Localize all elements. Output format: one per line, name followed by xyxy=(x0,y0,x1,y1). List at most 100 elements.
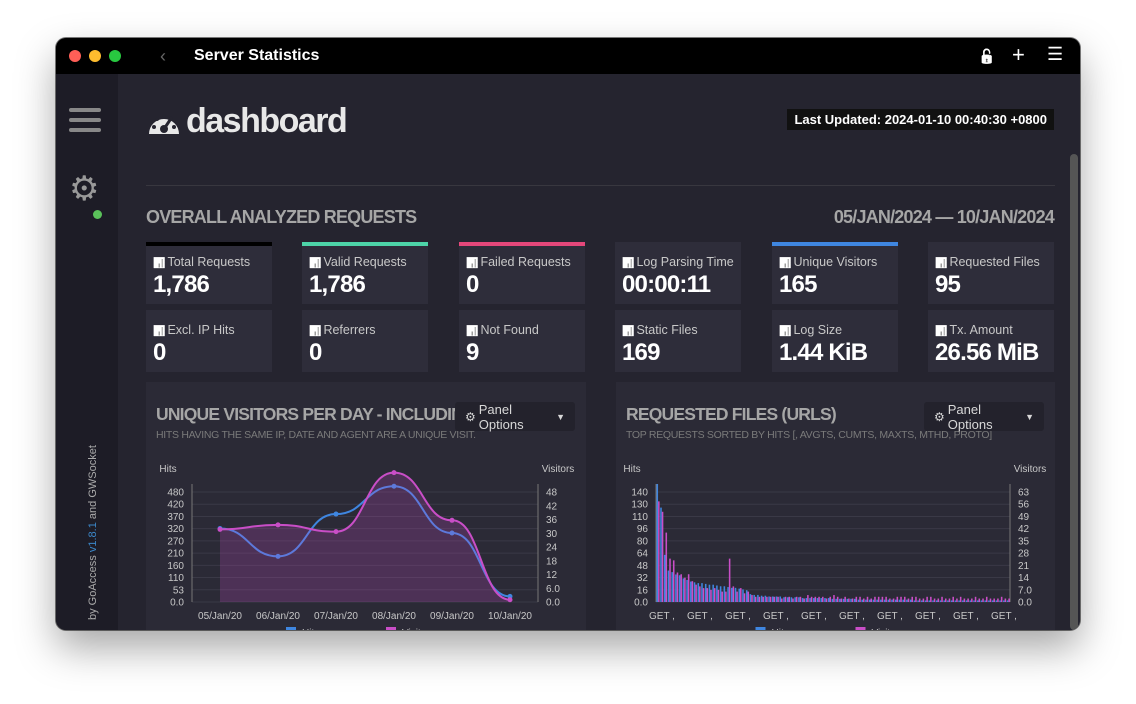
metric-label: 📊 Excl. IP Hits xyxy=(153,323,235,337)
x-tick-label: 07/Jan/20 xyxy=(314,611,358,622)
metric-card-not-found: 📊 Not Found 9 xyxy=(459,310,585,372)
bar-visitors xyxy=(851,598,854,602)
metric-card-valid-requests: 📊 Valid Requests 1,786 xyxy=(302,242,428,304)
caret-down-icon: ▼ xyxy=(556,411,565,422)
y-right-tick-label: 0.0 xyxy=(1018,598,1032,609)
bar-visitors xyxy=(885,596,887,602)
y-left-tick-label: 32 xyxy=(637,573,649,584)
bar-hits xyxy=(805,598,808,602)
bar-visitors xyxy=(799,596,802,602)
bar-hits xyxy=(1006,600,1009,602)
bar-hits xyxy=(932,600,934,602)
bar-visitors xyxy=(687,574,690,602)
bar-hits xyxy=(999,600,1001,602)
bar-visitors xyxy=(795,596,798,602)
bar-hits xyxy=(704,583,707,602)
bar-hits xyxy=(786,597,789,602)
lock-icon[interactable]: 🔓 xyxy=(978,48,995,65)
bar-visitors xyxy=(866,596,869,602)
y-left-tick-label: 140 xyxy=(631,488,648,499)
bar-hits xyxy=(921,600,923,602)
bar-visitors xyxy=(803,598,805,602)
settings-gear-icon[interactable]: ⚙ xyxy=(69,172,99,206)
metric-value: 169 xyxy=(622,339,660,366)
bar-visitors xyxy=(863,598,865,602)
bar-visitors xyxy=(889,598,891,602)
back-chevron-icon[interactable]: ‹ xyxy=(160,46,166,67)
gear-icon: ⚙ xyxy=(465,409,476,424)
bar-visitors xyxy=(829,596,832,602)
bar-hits xyxy=(827,598,830,602)
bar-visitors xyxy=(740,588,742,602)
bar-hits xyxy=(876,599,878,602)
metric-card-static-files: 📊 Static Files 169 xyxy=(615,310,741,372)
close-window-button[interactable] xyxy=(69,50,81,62)
metric-label-text: Referrers xyxy=(323,323,376,337)
y-right-tick-label: 12 xyxy=(546,570,558,581)
metric-card-log-size: 📊 Log Size 1.44 KiB xyxy=(772,310,898,372)
bar-hits xyxy=(760,595,763,602)
menu-icon[interactable]: ☰ xyxy=(1047,44,1063,65)
bar-visitors xyxy=(699,586,701,602)
hamburger-menu-icon[interactable] xyxy=(69,108,101,138)
requested-files-panel: REQUESTED FILES (URLS) TOP REQUESTS SORT… xyxy=(616,382,1055,630)
y-axis-left-label: Hits xyxy=(159,464,176,475)
dashboard-logo: dashboard xyxy=(146,102,348,141)
y-right-tick-label: 14 xyxy=(1018,573,1030,584)
divider xyxy=(146,185,1055,186)
bar-hits xyxy=(954,600,957,602)
sidebar: ⚙ by GoAccess v1.8.1 and GWSocket xyxy=(56,74,119,630)
bar-hits xyxy=(697,583,700,602)
bar-visitors xyxy=(766,596,768,602)
metric-value: 1,786 xyxy=(153,271,210,298)
panel-options-button[interactable]: ⚙ Panel Options ▼ xyxy=(455,402,575,432)
bar-hits xyxy=(902,599,904,602)
data-point-visitors xyxy=(391,470,397,476)
bar-visitors xyxy=(672,560,675,602)
legend-label-visitors: Visitors xyxy=(872,628,905,630)
metric-label: 📊 Log Parsing Time xyxy=(622,255,734,269)
y-axis-right-label: Visitors xyxy=(542,464,575,475)
plus-icon[interactable]: + xyxy=(1012,42,1025,68)
bar-visitors xyxy=(713,588,716,602)
bar-hits xyxy=(947,600,949,602)
bar-visitors xyxy=(818,596,820,602)
bar-visitors xyxy=(732,586,735,602)
bar-chart-icon: 📊 xyxy=(466,258,479,269)
minimize-window-button[interactable] xyxy=(89,50,101,62)
bar-chart-icon: 📊 xyxy=(153,258,166,269)
vertical-scrollbar[interactable] xyxy=(1070,154,1078,630)
logo-text: dashboard xyxy=(186,102,348,140)
bar-hits xyxy=(682,578,685,602)
bar-visitors xyxy=(874,596,876,602)
bar-visitors xyxy=(784,596,787,602)
credit-version-link[interactable]: v1.8.1 xyxy=(87,522,99,552)
metric-label: 📊 Log Size xyxy=(779,323,842,337)
bar-visitors xyxy=(848,598,850,602)
bar-hits xyxy=(973,600,975,602)
bar-visitors xyxy=(725,591,727,602)
x-tick-label: 05/Jan/20 xyxy=(198,611,242,622)
x-tick-label: GET , xyxy=(763,611,789,622)
unique-visitors-panel: UNIQUE VISITORS PER DAY - INCLUDING SPID… xyxy=(146,382,586,630)
panel-subtitle: HITS HAVING THE SAME IP, DATE AND AGENT … xyxy=(156,429,476,441)
bar-hits xyxy=(783,597,785,602)
metric-value: 0 xyxy=(309,339,322,366)
panel-options-button[interactable]: ⚙ Panel Options ▼ xyxy=(924,402,1044,432)
bar-hits xyxy=(969,600,972,602)
y-left-tick-label: 420 xyxy=(167,500,184,511)
bar-hits xyxy=(894,599,897,602)
bar-hits xyxy=(753,594,755,602)
bar-visitors xyxy=(717,589,720,602)
y-left-tick-label: 160 xyxy=(167,561,184,572)
credit-gwsocket-link[interactable]: GWSocket xyxy=(87,445,99,498)
x-tick-label: 06/Jan/20 xyxy=(256,611,300,622)
bar-visitors xyxy=(959,596,962,602)
x-tick-label: GET , xyxy=(915,611,941,622)
bar-visitors xyxy=(773,596,776,602)
y-right-tick-label: 18 xyxy=(546,556,558,567)
bar-hits xyxy=(675,574,677,602)
bar-visitors xyxy=(900,596,902,602)
zoom-window-button[interactable] xyxy=(109,50,121,62)
x-tick-label: GET , xyxy=(649,611,675,622)
